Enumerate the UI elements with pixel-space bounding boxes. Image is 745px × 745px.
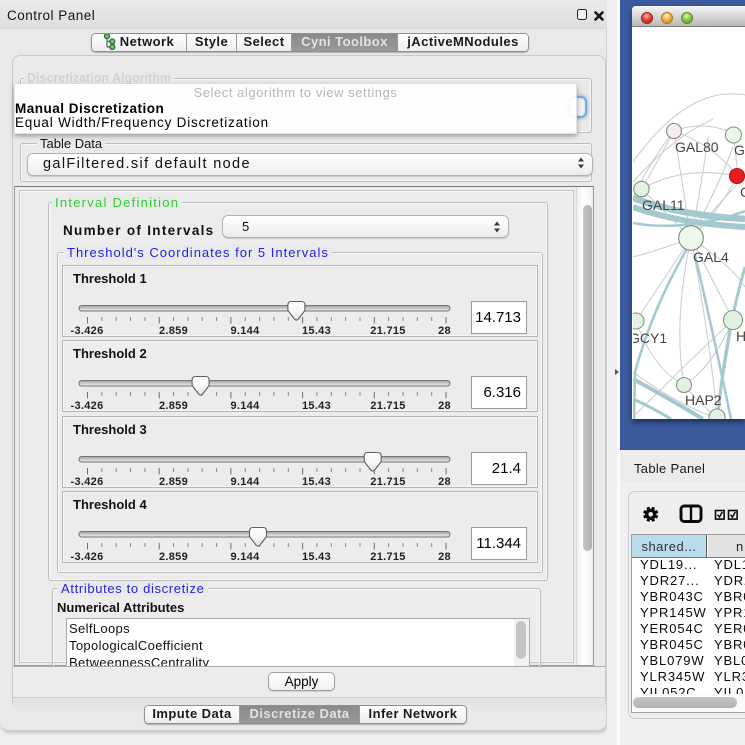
svg-text:GAL11: GAL11	[642, 197, 685, 213]
svg-text:C: C	[740, 184, 745, 200]
svg-text:GCY1: GCY1	[633, 330, 667, 346]
svg-text:GA: GA	[734, 142, 745, 158]
svg-text:H: H	[736, 328, 745, 344]
svg-text:HAP2: HAP2	[685, 392, 722, 408]
svg-text:GAL4: GAL4	[693, 249, 729, 265]
svg-text:GAL80: GAL80	[675, 139, 719, 155]
